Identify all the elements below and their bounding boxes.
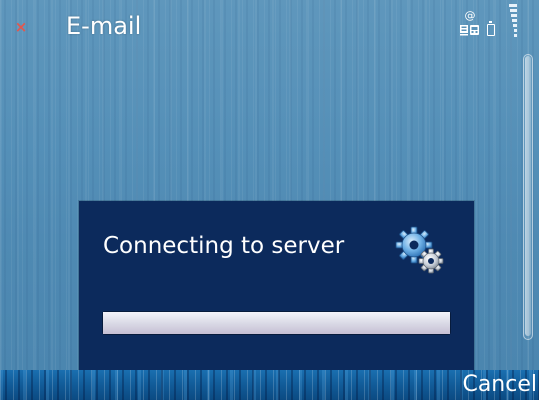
battery-icon — [487, 21, 495, 36]
email-indicator-icon: @ — [460, 9, 479, 36]
progress-bar-fill — [103, 312, 450, 334]
progress-bar — [103, 312, 450, 334]
gears-icon — [395, 226, 444, 274]
dialog-message: Connecting to server — [103, 233, 345, 259]
close-icon[interactable]: × — [12, 18, 30, 36]
signal-strength-icon — [509, 4, 517, 37]
title-bar: × E-mail @ — [0, 0, 539, 56]
cancel-button[interactable]: Cancel — [462, 371, 537, 399]
softkey-bar: Cancel — [0, 370, 539, 400]
app-title: E-mail — [66, 12, 142, 40]
status-indicators: @ — [459, 0, 539, 56]
scrollbar[interactable] — [523, 54, 533, 340]
connecting-dialog: Connecting to server — [79, 201, 474, 370]
svg-text:@: @ — [465, 9, 476, 22]
phone-screen: × E-mail @ Connecting to server Cancel — [0, 0, 539, 400]
scrollbar-thumb[interactable] — [525, 56, 531, 336]
